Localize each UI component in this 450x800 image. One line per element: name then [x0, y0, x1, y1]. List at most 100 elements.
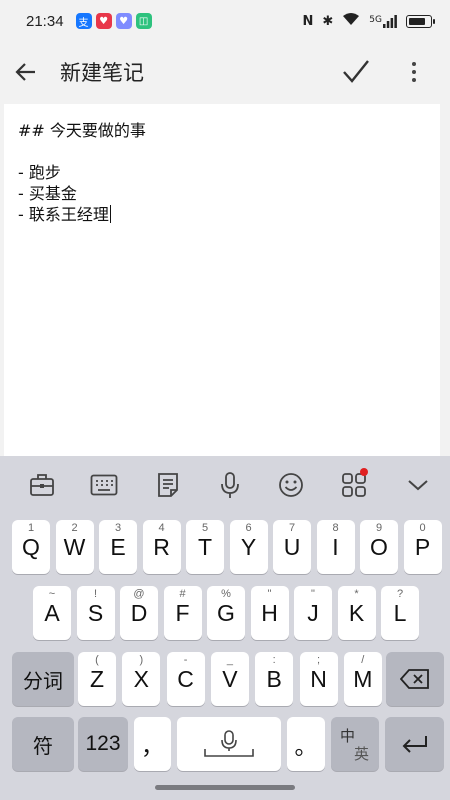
key-label: H [261, 599, 278, 626]
key-hint: % [221, 588, 231, 600]
key-label: U [283, 533, 301, 560]
clipboard-button[interactable] [148, 468, 188, 502]
checkmark-icon [343, 60, 369, 83]
key-label: C [177, 665, 194, 692]
status-time: 21:34 [26, 12, 64, 30]
space-key[interactable] [177, 717, 281, 771]
save-button[interactable] [336, 46, 376, 98]
key-label: Q [22, 533, 40, 560]
key-hint: 5 [201, 522, 209, 534]
key-hint: ~ [48, 588, 56, 600]
numbers-key-label: 123 [85, 732, 121, 755]
key-label: F [175, 599, 190, 626]
app-bar: 新建笔记 [0, 42, 450, 102]
key-label: S [87, 599, 104, 626]
collapse-keyboard-button[interactable] [398, 468, 438, 502]
battery-icon [406, 14, 435, 28]
editor-line-item: - 买基金 [18, 184, 77, 203]
key-h[interactable]: " H [250, 586, 289, 640]
key-p[interactable]: 0P [403, 520, 442, 574]
comma-key-label: ， [141, 733, 164, 759]
emoji-icon [279, 473, 303, 497]
key-o[interactable]: 9O [360, 520, 398, 574]
lang-label-zh: 中 [340, 727, 356, 745]
enter-key[interactable] [385, 717, 444, 771]
symbols-key[interactable]: 符 [12, 717, 74, 771]
nfc-icon: N [302, 13, 314, 29]
page-title: 新建笔记 [60, 61, 144, 85]
key-label: D [130, 599, 148, 626]
numbers-key[interactable]: 123 [78, 717, 128, 771]
notification-dot [360, 468, 368, 476]
key-hint: ! [93, 588, 98, 600]
key-b[interactable]: :B [255, 652, 294, 706]
heart-chat-icon: ♥ [115, 13, 132, 29]
key-x[interactable]: ) X [122, 652, 161, 706]
language-switch-key[interactable]: 中 英 [331, 717, 379, 771]
apps-button[interactable] [334, 468, 374, 502]
key-t[interactable]: 5T [186, 520, 224, 574]
key-n[interactable]: ; N [299, 652, 338, 706]
key-g[interactable]: % G [207, 586, 245, 640]
key-w[interactable]: 2W [55, 520, 94, 574]
key-a[interactable]: ~ A [33, 586, 71, 640]
key-s[interactable]: ! S [76, 586, 115, 640]
key-hint: 4 [158, 522, 165, 534]
status-bar: 21:34 支 ♥ ♥ ◫ N ✱ 5G [0, 0, 450, 42]
more-options-button[interactable] [396, 46, 432, 98]
key-k[interactable]: * K [337, 586, 376, 640]
key-u[interactable]: 7U [273, 520, 311, 574]
key-hint: 3 [114, 522, 122, 534]
key-label: E [110, 533, 126, 560]
key-hint: ; [316, 654, 321, 666]
more-vert-icon [412, 62, 416, 82]
mi-app-icon: ◫ [135, 13, 152, 29]
key-label: R [153, 533, 170, 560]
back-button[interactable] [0, 46, 52, 98]
key-q[interactable]: 1Q [12, 520, 50, 574]
key-c[interactable]: -C [166, 652, 205, 706]
editor-line-item: - 跑步 [18, 163, 61, 182]
note-editor[interactable]: ## 今天要做的事 - 跑步 - 买基金 - 联系王经理 [4, 104, 440, 456]
key-label: Y [240, 533, 257, 560]
key-l[interactable]: ? L [381, 586, 419, 640]
microphone-icon [221, 472, 239, 498]
period-key[interactable]: 。 [287, 717, 325, 771]
key-hint: 2 [71, 522, 78, 534]
key-r[interactable]: 4R [142, 520, 181, 574]
toolbox-button[interactable] [22, 468, 62, 502]
key-hint: @ [133, 588, 145, 600]
key-m[interactable]: / M [343, 652, 382, 706]
key-f[interactable]: # F [163, 586, 202, 640]
text-cursor [109, 205, 112, 223]
key-label: X [133, 665, 149, 692]
signal-icon: 5G [369, 14, 397, 28]
key-hint: / [361, 654, 365, 666]
editor-line-item-last: - 联系王经理 [18, 204, 426, 225]
key-label: M [353, 665, 373, 692]
emoji-button[interactable] [271, 468, 311, 502]
key-j[interactable]: " J [294, 586, 332, 640]
key-e[interactable]: 3E [99, 520, 137, 574]
wifi-icon [342, 12, 360, 30]
enter-icon [402, 736, 427, 753]
comma-key[interactable]: ， [134, 717, 171, 771]
segment-key-label: 分词 [23, 668, 63, 693]
key-i[interactable]: 8I [316, 520, 355, 574]
key-label: B [266, 665, 282, 692]
voice-input-button[interactable] [210, 468, 250, 502]
backspace-key[interactable] [386, 652, 444, 706]
keyboard-switch-button[interactable] [84, 468, 124, 502]
key-v[interactable]: _ V [210, 652, 249, 706]
clipboard-icon [158, 473, 178, 497]
key-z[interactable]: (Z [78, 652, 116, 706]
home-indicator[interactable] [155, 785, 295, 790]
key-label: I [332, 533, 339, 560]
segment-key[interactable]: 分词 [12, 652, 74, 706]
key-hint: ( [95, 654, 99, 666]
editor-line-text: - 联系王经理 [18, 205, 109, 224]
key-d[interactable]: @ D [120, 586, 158, 640]
symbols-key-label: 符 [33, 733, 53, 758]
key-y[interactable]: 6Y [229, 520, 268, 574]
keyboard-icon [90, 474, 118, 496]
